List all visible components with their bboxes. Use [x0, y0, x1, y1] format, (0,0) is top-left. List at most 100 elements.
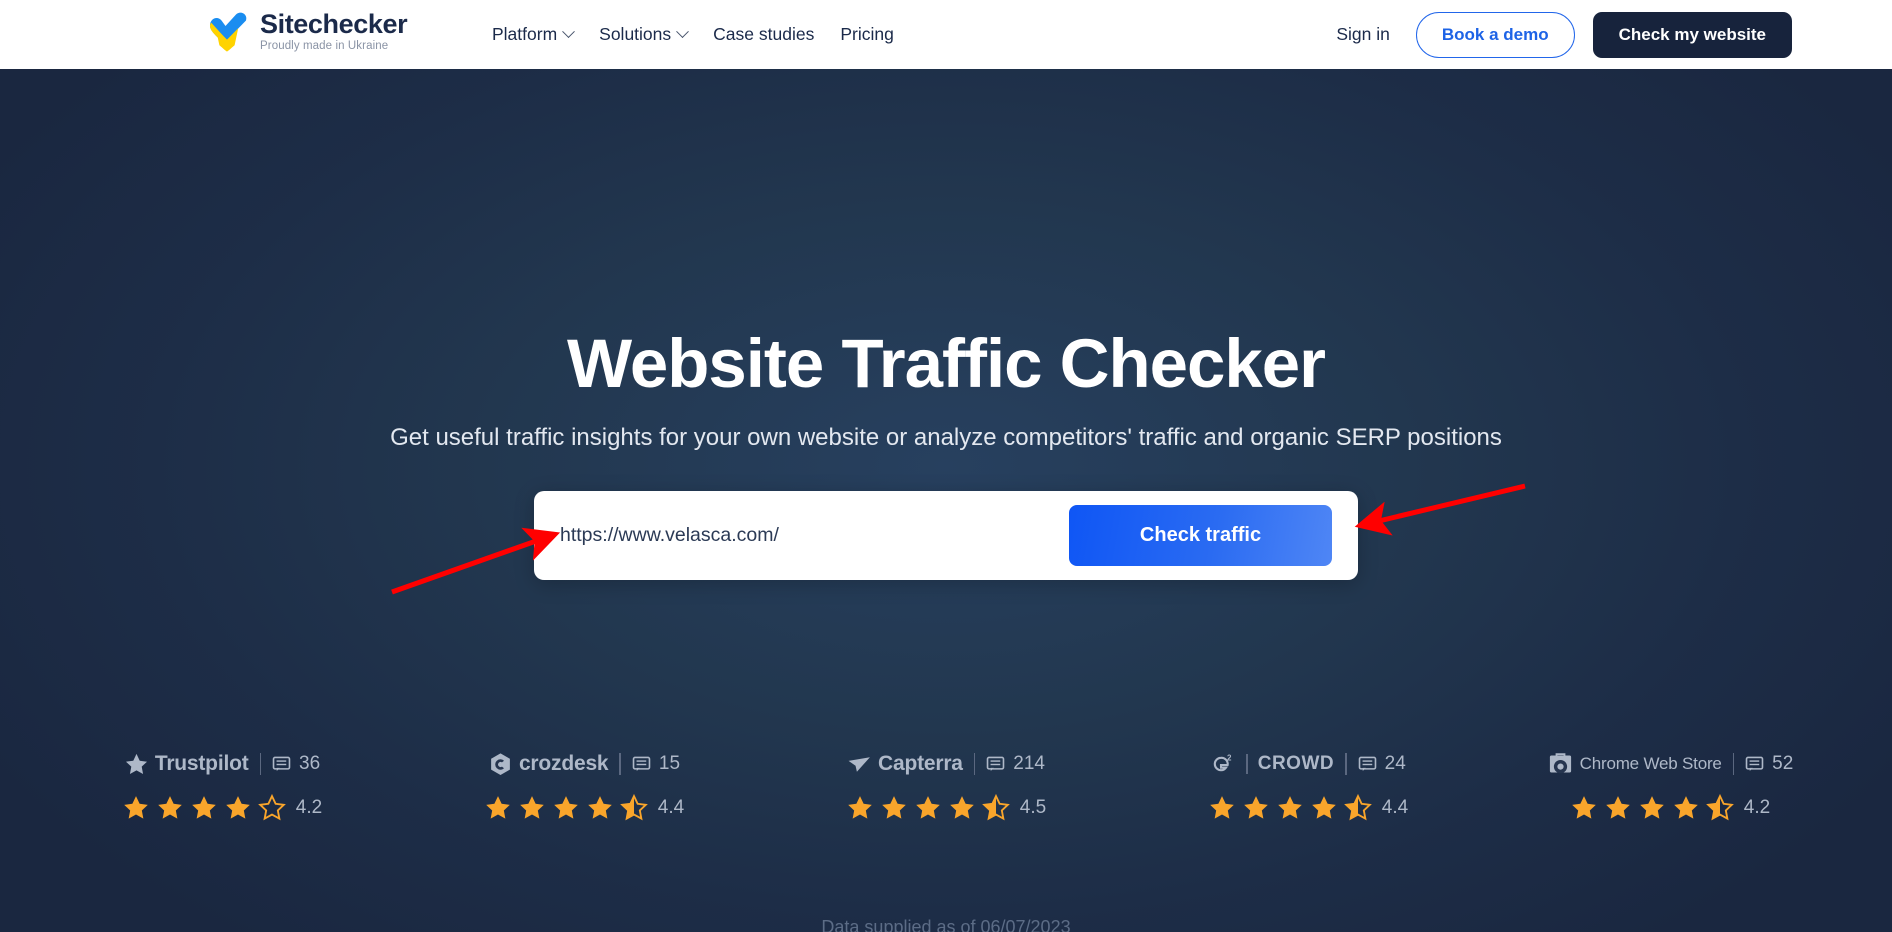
platform-name: crozdesk: [518, 752, 609, 775]
rating-score: 4.4: [1381, 797, 1409, 818]
rating-score: 4.4: [657, 797, 685, 818]
star-full-icon: [881, 796, 906, 819]
nav-item-label: Platform: [492, 24, 558, 44]
chevron-down-icon: [676, 25, 690, 39]
brand-logo-link[interactable]: Sitechecker Proudly made in Ukraine: [206, 10, 408, 52]
reviews-group: 36: [272, 753, 320, 775]
divider: [619, 753, 621, 775]
star-full-icon: [1673, 796, 1698, 819]
platform-name: Trustpilot: [154, 752, 249, 775]
comment-icon: [272, 756, 291, 771]
star-empty-icon: [257, 794, 286, 821]
star-full-icon: [1571, 796, 1596, 819]
reviews-group: 15: [632, 753, 680, 775]
chrome-web-store-logo: Chrome Web Store: [1547, 751, 1722, 777]
star-half-icon: [981, 794, 1010, 821]
site-header: Sitechecker Proudly made in Ukraine Plat…: [0, 0, 1892, 69]
stars-row: 4.5: [846, 794, 1046, 822]
logo-divider: [1246, 754, 1248, 774]
trustpilot-star-icon: [125, 753, 147, 774]
nav-item-label: Case studies: [713, 24, 815, 44]
star-full-icon: [1243, 796, 1268, 819]
rating-score: 4.2: [295, 797, 323, 818]
comment-icon: [632, 756, 651, 771]
star-full-icon: [157, 796, 182, 819]
data-supplied-note: Data supplied as of 06/07/2023: [821, 917, 1071, 932]
star-full-icon: [191, 796, 216, 819]
star-full-icon: [1605, 796, 1630, 819]
reviews-count: 214: [1013, 753, 1045, 774]
nav-item-case-studies[interactable]: Case studies: [713, 24, 814, 45]
star-full-icon: [485, 796, 510, 819]
comment-icon: [1745, 756, 1764, 771]
chevron-down-icon: [562, 25, 576, 39]
star-full-icon: [1311, 796, 1336, 819]
star-full-icon: [519, 796, 544, 819]
rating-card-capterra: Capterra 214 4.5: [765, 749, 1127, 822]
nav-item-label: Solutions: [599, 24, 672, 44]
traffic-search-box: Check traffic: [534, 491, 1358, 580]
star-full-icon: [1277, 796, 1302, 819]
search-input[interactable]: [560, 491, 1090, 580]
star-full-icon: [553, 796, 578, 819]
rating-card-crozdesk: crozdesk 15 4.4: [403, 749, 765, 822]
reviews-count: 36: [299, 753, 321, 774]
divider: [1732, 753, 1735, 775]
chrome-web-store-bag-icon: [1549, 753, 1571, 774]
crozdesk-hexagon-icon: [491, 752, 510, 775]
comment-icon: [1358, 756, 1376, 771]
divider: [1345, 753, 1347, 775]
platform-name: Chrome Web Store: [1579, 754, 1722, 773]
platform-name: CROWD: [1257, 753, 1335, 774]
star-full-icon: [1209, 796, 1234, 819]
ratings-row: Trustpilot 36 4.2 crozdesk 15 4.4 Capter…: [0, 749, 1892, 822]
hero-section: Website Traffic Checker Get useful traff…: [0, 69, 1892, 932]
rating-header: Trustpilot 36: [124, 749, 320, 779]
star-full-icon: [847, 796, 872, 819]
reviews-count: 24: [1384, 753, 1406, 774]
capterra-arrow-icon: [848, 756, 870, 772]
star-full-icon: [949, 796, 974, 819]
platform-name: Capterra: [878, 752, 963, 775]
reviews-group: 24: [1358, 753, 1406, 775]
rating-header: crozdesk 15: [488, 749, 680, 779]
crozdesk-logo: crozdesk: [488, 752, 609, 777]
page-subtitle: Get useful traffic insights for your own…: [390, 424, 1502, 451]
sign-in-link[interactable]: Sign in: [1328, 24, 1398, 45]
stars-row: 4.2: [1570, 794, 1770, 822]
star-half-icon: [1343, 794, 1372, 821]
arrow-to-search-input: [391, 527, 561, 595]
star-full-icon: [123, 796, 148, 819]
nav-item-platform[interactable]: Platform: [492, 24, 576, 45]
divider: [973, 753, 976, 775]
nav-item-label: Pricing: [840, 24, 894, 44]
divider: [259, 753, 262, 775]
rating-card-g2crowd: 2 CROWD 24 4.4: [1127, 749, 1489, 822]
arrow-to-check-traffic-button: [1354, 483, 1526, 536]
reviews-group: 214: [986, 753, 1045, 775]
rating-header: Capterra 214: [847, 749, 1045, 779]
stars-row: 4.2: [122, 794, 322, 822]
star-full-icon: [587, 796, 612, 819]
star-full-icon: [1639, 796, 1664, 819]
check-my-website-button[interactable]: Check my website: [1592, 11, 1792, 58]
g2-crowd-icon: 2: [1213, 753, 1232, 771]
nav-item-solutions[interactable]: Solutions: [599, 24, 690, 45]
rating-header: Chrome Web Store 52: [1547, 749, 1794, 779]
reviews-count: 52: [1772, 753, 1794, 774]
svg-text:2: 2: [1227, 753, 1232, 762]
star-half-icon: [619, 794, 648, 821]
stars-row: 4.4: [484, 794, 684, 822]
rating-score: 4.2: [1743, 797, 1771, 818]
trustpilot-logo: Trustpilot: [124, 752, 249, 777]
comment-icon: [986, 756, 1005, 771]
nav-item-pricing[interactable]: Pricing: [840, 24, 894, 45]
rating-score: 4.5: [1019, 797, 1047, 818]
header-actions: Sign in Book a demo Check my website: [1328, 0, 1792, 69]
page-title: Website Traffic Checker: [566, 325, 1326, 402]
book-a-demo-button[interactable]: Book a demo: [1415, 11, 1575, 58]
star-full-icon: [225, 796, 250, 819]
check-traffic-button[interactable]: Check traffic: [1069, 505, 1332, 566]
rating-card-chrome-web-store: Chrome Web Store 52 4.2: [1489, 749, 1851, 822]
star-half-icon: [1705, 794, 1734, 821]
